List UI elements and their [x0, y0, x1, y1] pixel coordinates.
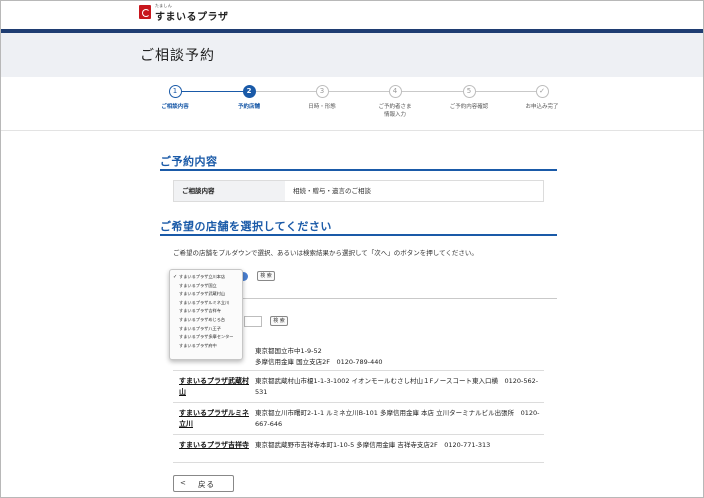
step-6: ✓ お申込み完了	[504, 85, 580, 111]
step-4: 4 ご予約者さま 情報入力	[357, 85, 433, 119]
step-4-label: ご予約者さま 情報入力	[378, 104, 412, 118]
list-item[interactable]: すまいるプラザルミネ立川 東京都立川市曙町2-1-1 ルミネ立川B-101 多摩…	[173, 403, 544, 435]
brand-name[interactable]: すまいるプラザ	[155, 8, 229, 23]
dropdown-option[interactable]: すまいるプラザルミネ立川	[170, 299, 242, 308]
reservation-table: ご相談内容 相続・贈与・遺言のご相談	[173, 180, 544, 202]
dropdown-option[interactable]: すまいるプラザめじろ台	[170, 316, 242, 325]
dropdown-option[interactable]: すまいるプラザ八王子	[170, 325, 242, 334]
step-3: 3 日時・形態	[284, 85, 360, 111]
store-address: 東京都武蔵野市吉祥寺本町1-10-5 多摩信用金庫 吉祥寺支店2F 0120-7…	[255, 441, 491, 449]
step-6-label: お申込み完了	[525, 104, 559, 110]
store-name-link[interactable]: すまいるプラザ吉祥寺	[179, 440, 249, 451]
step-2-circle: 2	[242, 85, 256, 98]
step-3-label: 日時・形態	[308, 104, 336, 110]
step-4-circle: 4	[388, 85, 402, 98]
store-address: 東京都立川市曙町2-1-1 ルミネ立川B-101 多摩信用金庫 本店 立川ターミ…	[255, 409, 540, 428]
chevron-left-icon: <	[180, 479, 186, 487]
dropdown-option[interactable]: すまいるプラザ府中	[170, 342, 242, 351]
step-2-label: 予約店舗	[237, 104, 260, 110]
store-address: 東京都国立市中1-9-52 多摩信用金庫 国立支店2F 0120-789-440	[255, 347, 383, 366]
site-header: たましん すまいるプラザ	[1, 1, 703, 29]
search-button[interactable]: 検 索	[257, 271, 275, 281]
progress-stepper: 1 ご相談内容 2 予約店舗 3 日時・形態 4 ご予約者さま 情報入力 5 ご…	[1, 77, 703, 131]
step-1-label: ご相談内容	[161, 104, 189, 110]
list-item[interactable]: すまいるプラザ武蔵村山 東京都武蔵村山市榎1-1-3-1002 イオンモールむさ…	[173, 371, 544, 403]
store-instruction: ご希望の店舗をプルダウンで選択、あるいは検索結果から選択して「次へ」のボタンを押…	[173, 249, 478, 257]
step-5-label: ご予約内容確認	[449, 104, 489, 110]
section-rule	[160, 169, 557, 171]
store-dropdown[interactable]: ✓ すまいるプラザ立川本店 すまいるプラザ国立 すまいるプラザ武蔵村山 すまいるプ…	[169, 269, 243, 360]
dropdown-option[interactable]: ✓ すまいるプラザ立川本店	[170, 273, 242, 282]
step-5: 5 ご予約内容確認	[431, 85, 507, 111]
search-input[interactable]	[244, 316, 262, 327]
section-rule	[160, 234, 557, 236]
browser-page: たましん すまいるプラザ ご相談予約 1 ご相談内容 2 予約店舗 3 日時・形…	[0, 0, 704, 498]
reservation-section-title: ご予約内容	[160, 155, 218, 168]
back-button-label: 戻る	[198, 480, 215, 489]
brand-logo-icon[interactable]	[139, 5, 151, 19]
dropdown-option[interactable]: すまいるプラザ武蔵村山	[170, 290, 242, 299]
store-name-link[interactable]: すまいるプラザルミネ立川	[179, 408, 249, 430]
title-band: ご相談予約	[1, 33, 703, 77]
dropdown-option[interactable]: すまいるプラザ多摩センター	[170, 333, 242, 342]
page-title: ご相談予約	[140, 48, 215, 64]
store-section-title: ご希望の店舗を選択してください	[160, 220, 332, 233]
check-icon: ✓	[173, 274, 178, 280]
check-icon: ✓	[535, 85, 549, 98]
reservation-row-value: 相続・贈与・遺言のご相談	[293, 187, 371, 195]
dropdown-option[interactable]: すまいるプラザ吉祥寺	[170, 307, 242, 316]
list-item[interactable]: すまいるプラザ吉祥寺 東京都武蔵野市吉祥寺本町1-10-5 多摩信用金庫 吉祥寺…	[173, 435, 544, 463]
step-5-circle: 5	[462, 85, 476, 98]
dropdown-option[interactable]: すまいるプラザ国立	[170, 282, 242, 291]
step-1-circle: 1	[168, 85, 182, 98]
step-2: 2 予約店舗	[211, 85, 287, 111]
reservation-row-label: ご相談内容	[174, 181, 285, 201]
search-button-2[interactable]: 検 索	[270, 316, 288, 326]
store-name-link[interactable]: すまいるプラザ武蔵村山	[179, 376, 249, 398]
step-3-circle: 3	[315, 85, 329, 98]
store-address: 東京都武蔵村山市榎1-1-3-1002 イオンモールむさし村山１Fノースコート東…	[255, 377, 539, 396]
step-1: 1 ご相談内容	[137, 85, 213, 111]
back-button[interactable]: < 戻る	[173, 475, 234, 492]
